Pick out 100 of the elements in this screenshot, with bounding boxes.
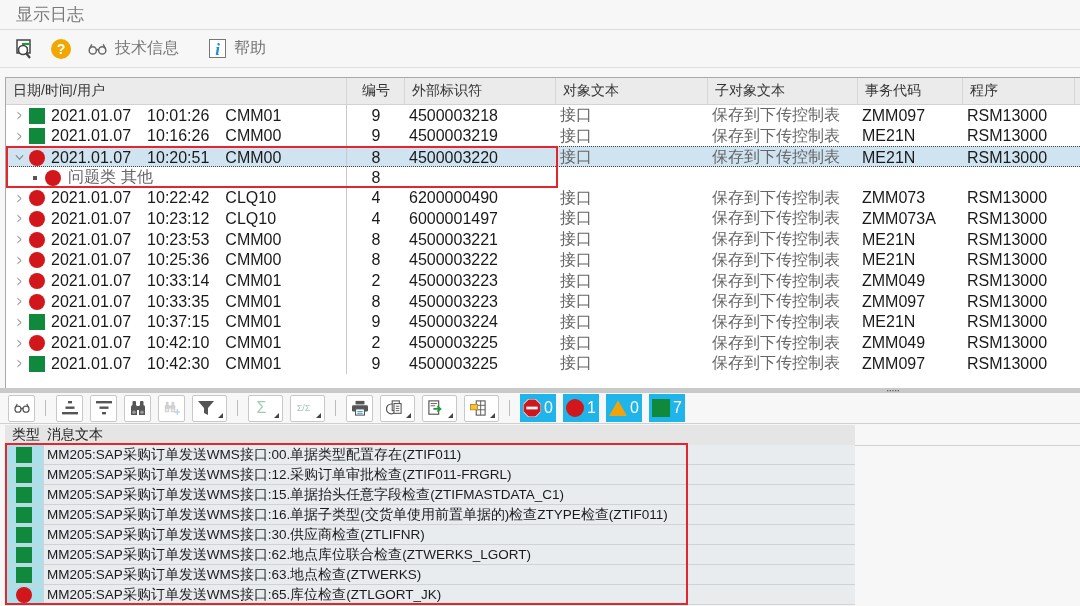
time-cell: 10:42:30 xyxy=(147,354,210,373)
circle-status-icon xyxy=(16,586,32,603)
chevron-right-icon[interactable] xyxy=(17,359,22,369)
table-cell: 4500003224 xyxy=(409,313,498,332)
table-row[interactable]: 2021.01.07 10:20:51 CMM00 8 4500003220 接口 保存到下传控制表 ME21N RSM13000 xyxy=(6,146,1080,168)
table-cell: RSM13000 xyxy=(967,106,1048,125)
splitter-grip-icon[interactable] xyxy=(884,389,902,392)
square-status-icon xyxy=(16,526,32,543)
filter-icon xyxy=(197,400,214,416)
column-header[interactable]: 子对象文本 xyxy=(715,82,785,100)
export-button[interactable] xyxy=(380,394,415,422)
date-cell: 2021.01.07 xyxy=(51,209,132,228)
table-cell: 4500003219 xyxy=(409,127,498,146)
column-header[interactable]: 程序 xyxy=(970,82,998,100)
table-cell: 4500003220 xyxy=(409,148,498,167)
chevron-right-icon[interactable] xyxy=(17,297,22,307)
chevron-down-icon[interactable] xyxy=(15,153,24,163)
date-cell: 2021.01.07 xyxy=(51,272,132,290)
table-cell: RSM13000 xyxy=(967,334,1048,353)
date-cell: 2021.01.07 xyxy=(51,251,132,270)
document-arrow-button[interactable] xyxy=(422,394,457,422)
layout-button[interactable] xyxy=(464,394,499,422)
table-cell: 4 xyxy=(371,189,381,208)
chevron-right-icon[interactable] xyxy=(17,111,22,120)
column-header[interactable]: 编号 xyxy=(361,82,390,100)
column-header[interactable]: 消息文本 xyxy=(47,426,103,442)
time-cell: 10:16:26 xyxy=(147,127,210,146)
message-cell: MM205:SAP采购订单发送WMS接口:15.单据抬头任意字段检查(ZTIFMASTDATA_C1) xyxy=(43,485,855,505)
table-cell: 接口 xyxy=(560,208,592,230)
square-status-icon xyxy=(16,486,32,503)
table-cell: 8 xyxy=(371,168,381,187)
filter-button[interactable] xyxy=(192,394,227,422)
table-cell: 接口 xyxy=(560,291,592,313)
table-cell: 保存到下传控制表 xyxy=(712,125,840,147)
binoculars-button[interactable] xyxy=(124,394,151,422)
message-cell: MM205:SAP采购订单发送WMS接口:16.单据子类型(交货单使用前置单据的)检查ZTYPE检查(ZTIF011) xyxy=(43,505,855,525)
info-button[interactable]: i 帮助 xyxy=(209,38,266,59)
square-status-icon xyxy=(29,128,45,145)
table-cell: 保存到下传控制表 xyxy=(712,332,840,354)
square-status-icon xyxy=(29,314,45,331)
chevron-right-icon[interactable] xyxy=(17,214,22,224)
circle-status-icon xyxy=(29,335,45,352)
table-cell: ME21N xyxy=(862,230,916,249)
time-cell: 10:22:42 xyxy=(147,189,210,208)
table-cell: 接口 xyxy=(560,249,592,271)
date-cell: 2021.01.07 xyxy=(51,334,132,353)
binoculars-plus-icon xyxy=(163,400,180,416)
table-cell: 保存到下传控制表 xyxy=(712,291,840,313)
sort-descending-button[interactable] xyxy=(90,394,117,422)
chevron-right-icon[interactable] xyxy=(17,276,22,286)
technical-info-button[interactable]: 技术信息 xyxy=(88,38,179,59)
message-cell: MM205:SAP采购订单发送WMS接口:30.供应商检查(ZTLIFNR) xyxy=(43,525,855,545)
table-cell: 4500003222 xyxy=(409,251,498,270)
table-cell: 保存到下传控制表 xyxy=(712,249,840,271)
column-header[interactable]: 日期/时间/用户 xyxy=(13,82,105,100)
printer-icon xyxy=(351,400,368,416)
column-header[interactable]: 类型 xyxy=(12,426,40,442)
printer-button[interactable] xyxy=(346,394,373,422)
table-cell: 保存到下传控制表 xyxy=(712,187,840,209)
stop-sign-icon xyxy=(523,399,541,417)
table-cell: 接口 xyxy=(560,311,592,333)
circle-status-icon xyxy=(566,399,584,417)
time-cell: 10:25:36 xyxy=(147,251,210,270)
date-cell: 2021.01.07 xyxy=(51,127,132,146)
message-cell: MM205:SAP采购订单发送WMS接口:62.地点库位联合检查(ZTWERKS_LGORT) xyxy=(43,545,855,565)
chevron-right-icon[interactable] xyxy=(17,235,22,245)
sort-ascending-icon xyxy=(61,400,78,416)
table-cell: 8 xyxy=(371,251,381,270)
user-cell: CMM00 xyxy=(225,127,282,146)
column-header[interactable]: 对象文本 xyxy=(563,82,619,100)
table-cell: RSM13000 xyxy=(967,251,1048,270)
chevron-right-icon[interactable] xyxy=(17,317,22,327)
dropdown-caret-icon xyxy=(448,412,453,418)
table-cell: ZMM097 xyxy=(862,354,926,373)
glasses-button[interactable] xyxy=(8,394,35,422)
table-cell: RSM13000 xyxy=(967,313,1048,332)
table-cell: RSM13000 xyxy=(967,127,1048,146)
chevron-right-icon[interactable] xyxy=(17,338,22,348)
column-header[interactable]: 事务代码 xyxy=(865,82,921,100)
table-cell: 保存到下传控制表 xyxy=(712,229,840,251)
table-cell: ZMM073A xyxy=(862,209,936,228)
time-cell: 10:42:10 xyxy=(147,334,210,353)
chevron-right-icon[interactable] xyxy=(17,193,22,203)
table-cell: 4500003223 xyxy=(409,272,498,290)
square-status-icon xyxy=(16,566,32,583)
table-cell: 接口 xyxy=(560,187,592,209)
column-header[interactable]: 外部标识符 xyxy=(412,82,482,100)
chevron-right-icon[interactable] xyxy=(17,255,22,265)
table-cell: ZMM049 xyxy=(862,334,926,353)
table-cell: 4 xyxy=(371,209,381,228)
sort-ascending-button[interactable] xyxy=(56,394,83,422)
table-cell: 4500003223 xyxy=(409,292,498,311)
square-status-icon xyxy=(29,355,45,372)
triangle-status-icon xyxy=(609,399,627,417)
table-cell: 接口 xyxy=(560,270,592,292)
user-cell: CMM01 xyxy=(225,272,282,290)
chevron-right-icon[interactable] xyxy=(17,131,22,141)
table-cell: 8 xyxy=(371,292,381,311)
dropdown-caret-icon xyxy=(406,412,411,418)
bullet-icon xyxy=(33,175,37,180)
